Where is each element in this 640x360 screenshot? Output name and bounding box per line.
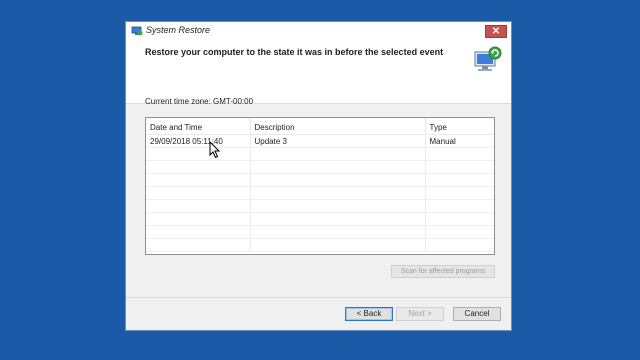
- column-header-type[interactable]: Type: [425, 118, 494, 135]
- current-timezone: Current time zone: GMT-00:00: [145, 97, 254, 106]
- system-restore-window: System Restore ✕ Restore your computer t…: [125, 21, 512, 331]
- column-header-description[interactable]: Description: [250, 118, 426, 135]
- scan-affected-programs-button[interactable]: Scan for affected programs: [391, 265, 495, 278]
- empty-row: [146, 212, 494, 226]
- cell-date: 29/09/2018 05:11:40: [146, 134, 251, 148]
- next-button[interactable]: Next >: [396, 307, 444, 321]
- empty-row: [146, 225, 494, 239]
- empty-row: [146, 238, 494, 252]
- back-button[interactable]: < Back: [345, 307, 393, 321]
- cancel-button[interactable]: Cancel: [453, 307, 501, 321]
- restore-points-table: Date and Time Description Type 29/09/201…: [146, 118, 494, 252]
- table-row[interactable]: 29/09/2018 05:11:40 Update 3 Manual: [146, 134, 494, 148]
- cell-description: Update 3: [250, 134, 426, 148]
- cell-type: Manual: [425, 134, 494, 148]
- footer-divider: [126, 297, 511, 298]
- system-restore-app-icon: [131, 26, 143, 36]
- mouse-pointer-icon: [209, 141, 221, 159]
- empty-row: [146, 199, 494, 213]
- system-restore-icon: [474, 46, 502, 71]
- table-header-row: Date and Time Description Type: [146, 118, 494, 135]
- header-banner: Restore your computer to the state it wa…: [126, 41, 511, 104]
- restore-points-list[interactable]: Date and Time Description Type 29/09/201…: [145, 117, 495, 255]
- empty-row: [146, 186, 494, 200]
- column-header-date[interactable]: Date and Time: [146, 118, 251, 135]
- empty-row: [146, 173, 494, 187]
- page-heading: Restore your computer to the state it wa…: [145, 47, 444, 57]
- empty-row: [146, 147, 494, 161]
- empty-row: [146, 160, 494, 174]
- title-bar[interactable]: System Restore ✕: [126, 22, 511, 42]
- window-title: System Restore: [146, 25, 211, 35]
- close-button[interactable]: ✕: [485, 25, 507, 38]
